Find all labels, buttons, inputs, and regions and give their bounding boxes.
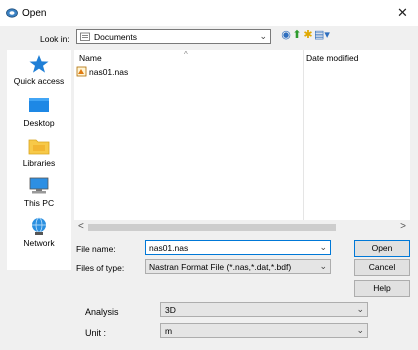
network-icon xyxy=(32,217,46,235)
chevron-down-icon[interactable]: ⌄ xyxy=(319,242,327,253)
window-title: Open xyxy=(22,8,47,19)
file-name-input[interactable]: nas01.nas ⌄ xyxy=(145,240,331,255)
new-folder-icon[interactable]: ✱ xyxy=(303,29,313,42)
file-item[interactable]: nas01.nas xyxy=(76,66,196,78)
place-label: Network xyxy=(23,238,55,248)
chevron-down-icon[interactable]: ⌄ xyxy=(356,304,364,315)
back-icon[interactable]: ◉ xyxy=(281,29,291,42)
chevron-down-icon[interactable]: ⌄ xyxy=(319,261,327,272)
nastran-file-icon xyxy=(76,66,87,77)
scroll-right-icon[interactable]: > xyxy=(400,221,406,232)
place-this-pc[interactable]: This PC xyxy=(7,176,71,212)
unit-value: m xyxy=(165,326,173,336)
file-type-value: Nastran Format File (*.nas,*.dat,*.bdf) xyxy=(149,262,292,272)
file-name-label: File name: xyxy=(76,244,116,254)
place-label: Libraries xyxy=(22,158,56,168)
unit-label: Unit : xyxy=(85,328,107,338)
look-in-combo[interactable]: Documents ⌄ xyxy=(76,29,271,44)
computer-icon xyxy=(29,177,49,194)
analysis-value: 3D xyxy=(165,305,176,315)
look-in-value: Documents xyxy=(94,32,137,42)
scroll-left-icon[interactable]: < xyxy=(78,221,84,232)
file-type-label: Files of type: xyxy=(76,263,125,273)
view-menu-icon[interactable]: ▤▾ xyxy=(314,29,330,42)
place-desktop[interactable]: Desktop xyxy=(7,96,71,132)
chevron-down-icon[interactable]: ⌄ xyxy=(356,325,364,336)
sort-indicator-icon: ^ xyxy=(184,50,188,59)
place-libraries[interactable]: Libraries xyxy=(7,136,71,172)
close-icon[interactable]: ✕ xyxy=(397,5,408,21)
cancel-button[interactable]: Cancel xyxy=(354,259,410,276)
file-name-value: nas01.nas xyxy=(149,243,189,253)
places-bar: Quick access Desktop Libraries This PC N… xyxy=(7,50,71,270)
chevron-down-icon[interactable]: ⌄ xyxy=(259,31,267,42)
analysis-select[interactable]: 3D ⌄ xyxy=(160,302,368,317)
title-bar: Open ✕ xyxy=(0,0,418,26)
desktop-icon xyxy=(29,98,49,112)
horizontal-scrollbar[interactable]: < > xyxy=(74,221,410,233)
column-divider xyxy=(303,50,304,220)
look-in-label: Look in: xyxy=(40,34,70,44)
place-label: Desktop xyxy=(23,118,55,128)
column-header-date-modified[interactable]: Date modified xyxy=(306,53,358,63)
open-button[interactable]: Open xyxy=(354,240,410,257)
scrollbar-thumb[interactable] xyxy=(88,224,336,231)
up-folder-icon[interactable]: ⬆ xyxy=(292,29,302,42)
place-network[interactable]: Network xyxy=(7,216,71,252)
documents-folder-icon xyxy=(80,32,90,41)
place-quick-access[interactable]: Quick access xyxy=(7,54,71,90)
libraries-folder-icon xyxy=(28,139,50,155)
app-icon xyxy=(6,8,18,18)
place-label: This PC xyxy=(23,198,55,208)
file-name: nas01.nas xyxy=(89,67,129,77)
unit-select[interactable]: m ⌄ xyxy=(160,323,368,338)
file-type-select[interactable]: Nastran Format File (*.nas,*.dat,*.bdf) … xyxy=(145,259,331,274)
help-button[interactable]: Help xyxy=(354,280,410,297)
star-icon xyxy=(29,55,49,73)
place-label: Quick access xyxy=(13,76,65,86)
column-header-name[interactable]: Name xyxy=(79,53,102,63)
file-list[interactable]: ^ Name Date modified nas01.nas xyxy=(74,50,410,220)
analysis-label: Analysis xyxy=(85,307,119,317)
